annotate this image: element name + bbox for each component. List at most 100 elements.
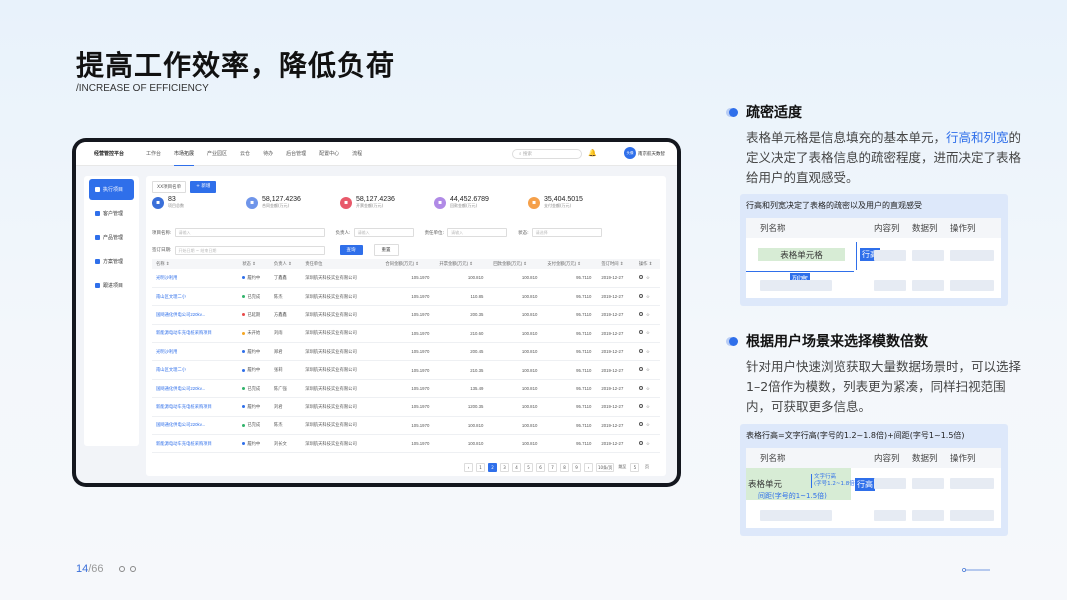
date-range-input[interactable]: 开始日期 ~ 结束日期 bbox=[174, 245, 325, 255]
owner-filter-input[interactable]: 请输入 bbox=[353, 228, 414, 237]
pager-item[interactable]: ‹ bbox=[464, 463, 473, 472]
settings-icon[interactable] bbox=[638, 440, 643, 445]
table-row[interactable]: 国网通化供电公司220kv... 已完成 陈广强 深圳航天科技实业有限公司 105.19… bbox=[152, 379, 660, 399]
illus-1-col-data: 数据列 bbox=[912, 224, 938, 234]
table-cell: 105.1970 bbox=[381, 287, 436, 307]
project-name-link[interactable]: 新能源电动车充电桩采购项目 bbox=[152, 434, 239, 454]
settings-icon[interactable] bbox=[638, 293, 643, 298]
table-row[interactable]: 新能源电动车充电桩采购项目 履约中 刘君 深圳航天科技实业有限公司 105.1970 12… bbox=[152, 397, 660, 417]
section-heading-modulus: 根据用户场景来选择模数倍数 bbox=[726, 331, 928, 351]
project-name-link[interactable]: 新能源电动车充电桩采购项目 bbox=[152, 324, 239, 344]
column-header[interactable]: 开票金额(万元) ⇕ bbox=[435, 259, 490, 269]
table-row[interactable]: 光明沙利用 履约中 郑君 深圳航天科技实业有限公司 105.1970 200.45 100.… bbox=[152, 342, 660, 362]
section-1-highlight: 行高和列宽 bbox=[946, 130, 1009, 145]
pager-item[interactable]: 5 bbox=[524, 463, 533, 472]
cell-text: 2019-12-27 bbox=[601, 386, 624, 392]
star-icon[interactable]: ☆ bbox=[646, 330, 650, 335]
settings-icon[interactable] bbox=[638, 311, 643, 316]
user-name[interactable]: 南京航天数智 bbox=[638, 151, 665, 157]
pager-item[interactable]: 1 bbox=[476, 463, 485, 472]
settings-icon[interactable] bbox=[638, 403, 643, 408]
project-name-link[interactable]: 国网通化供电公司220kv... bbox=[152, 416, 239, 436]
pager-item[interactable]: 9 bbox=[572, 463, 581, 472]
table-cell: 2019-12-27 bbox=[597, 269, 635, 288]
cell-text: 新能源电动车充电桩采购项目 bbox=[156, 403, 212, 409]
settings-icon[interactable] bbox=[638, 330, 643, 335]
table-row[interactable]: 国网通化供电公司220kv... 已完成 陈杰 深圳航天科技实业有限公司 105.197… bbox=[152, 416, 660, 436]
project-name-link[interactable]: 国网通化供电公司220kv... bbox=[152, 305, 239, 325]
avatar[interactable]: 头像 bbox=[624, 147, 636, 159]
pager-item[interactable]: 5 bbox=[630, 463, 640, 472]
table-row[interactable]: 新能源电动车充电桩采购项目 未开始 刘雨 深圳航天科技实业有限公司 105.1970 21… bbox=[152, 324, 660, 344]
project-name-link[interactable]: 新能源电动车充电桩采购项目 bbox=[152, 397, 239, 417]
nav-item[interactable]: 流程 bbox=[352, 142, 362, 166]
column-header[interactable]: 名称 ⇕ bbox=[152, 259, 239, 269]
nav-item[interactable]: 市场拓展 bbox=[174, 142, 195, 166]
star-icon[interactable]: ☆ bbox=[646, 367, 650, 372]
sidebar-item[interactable]: 客户管理 bbox=[89, 203, 134, 224]
pager-item[interactable]: 4 bbox=[512, 463, 521, 472]
project-name-link[interactable]: 南山区文理二小 bbox=[152, 287, 239, 307]
star-icon[interactable]: ☆ bbox=[646, 386, 650, 391]
table-row[interactable]: 南山区文理二小 履约中 张莉 深圳航天科技实业有限公司 105.1970 210.35 10… bbox=[152, 360, 660, 380]
project-name-link[interactable]: 光明沙利用 bbox=[152, 269, 239, 288]
stats-row: ▪ 83 项目总数 ▪ 58,127.4236 合同金额(万元) ▪ 58,127.4236 开… bbox=[152, 196, 622, 209]
star-icon[interactable]: ☆ bbox=[646, 441, 650, 446]
star-icon[interactable]: ☆ bbox=[646, 275, 650, 280]
reset-button[interactable]: 重置 bbox=[373, 244, 399, 256]
table-row[interactable]: 国网通化供电公司220kv... 已延期 方鑫鑫 深圳航天科技实业有限公司 105.19… bbox=[152, 305, 660, 325]
nav-item[interactable]: 云仓 bbox=[240, 142, 250, 166]
name-filter-input[interactable]: 请输入 bbox=[174, 228, 325, 237]
table-row[interactable]: 南山区文理二小 已完成 陈杰 深圳航天科技实业有限公司 105.1970 110.85 10… bbox=[152, 287, 660, 307]
pager-item[interactable]: 10条/页 bbox=[596, 463, 615, 472]
sidebar-item[interactable]: 产品管理 bbox=[89, 227, 134, 248]
nav-item[interactable]: 后台管理 bbox=[286, 142, 306, 166]
import-button[interactable]: XX项目名单 bbox=[152, 181, 187, 193]
pager-item[interactable]: › bbox=[584, 463, 593, 472]
table-cell: 2019-12-27 bbox=[597, 342, 635, 362]
sidebar-item[interactable]: 跟进项目 bbox=[89, 275, 134, 296]
project-name-link[interactable]: 光明沙利用 bbox=[152, 342, 239, 362]
illus-1-col-action: 操作列 bbox=[950, 224, 976, 234]
pager-item[interactable]: 8 bbox=[560, 463, 569, 472]
nav-item[interactable]: 配置中心 bbox=[319, 142, 339, 166]
star-icon[interactable]: ☆ bbox=[646, 349, 650, 354]
unit-filter-input[interactable]: 请输入 bbox=[447, 228, 508, 237]
star-icon[interactable]: ☆ bbox=[646, 312, 650, 317]
column-header[interactable]: 签订时间 ⇕ bbox=[597, 259, 635, 269]
column-header[interactable]: 状态 ⇕ bbox=[238, 259, 270, 269]
column-header[interactable]: 支付金额(万元) ⇕ bbox=[543, 259, 598, 269]
star-icon[interactable]: ☆ bbox=[646, 422, 650, 427]
nav-item[interactable]: 工作台 bbox=[146, 142, 161, 166]
column-header[interactable]: 责任单位 bbox=[301, 259, 382, 269]
status-filter-select[interactable]: 请选择 bbox=[531, 228, 602, 237]
settings-icon[interactable] bbox=[638, 348, 643, 353]
query-button[interactable]: 查询 bbox=[339, 245, 363, 255]
settings-icon[interactable] bbox=[638, 274, 643, 279]
pager-item[interactable]: 2 bbox=[488, 463, 497, 472]
sidebar-item[interactable]: 方案管理 bbox=[89, 251, 134, 272]
star-icon[interactable]: ☆ bbox=[646, 294, 650, 299]
column-header[interactable]: 操作 ⇕ bbox=[634, 259, 660, 269]
bell-icon[interactable]: 🔔 bbox=[588, 149, 597, 157]
pager-item[interactable]: 6 bbox=[536, 463, 545, 472]
settings-icon[interactable] bbox=[638, 385, 643, 390]
pager-item[interactable]: 3 bbox=[500, 463, 509, 472]
nav-item[interactable]: 产业园区 bbox=[207, 142, 227, 166]
sidebar-item[interactable]: 执行项目 bbox=[89, 179, 134, 200]
table-cell: 100.810 bbox=[435, 269, 490, 288]
table-row[interactable]: 新能源电动车充电桩采购项目 履约中 刘长文 深圳航天科技实业有限公司 105.1970 1… bbox=[152, 434, 660, 454]
column-header[interactable]: 负责人 ⇕ bbox=[269, 259, 302, 269]
pager-item[interactable]: 7 bbox=[548, 463, 557, 472]
project-name-link[interactable]: 南山区文理二小 bbox=[152, 360, 239, 380]
column-header[interactable]: 合同金额(万元) ⇕ bbox=[381, 259, 436, 269]
settings-icon[interactable] bbox=[638, 422, 643, 427]
project-name-link[interactable]: 国网通化供电公司220kv... bbox=[152, 379, 239, 399]
top-search-input[interactable]: ⌕ 搜索 bbox=[512, 149, 582, 159]
settings-icon[interactable] bbox=[638, 367, 643, 372]
table-row[interactable]: 光明沙利用 履约中 丁鑫鑫 深圳航天科技实业有限公司 105.1970 100.810 10… bbox=[152, 269, 660, 288]
star-icon[interactable]: ☆ bbox=[646, 404, 650, 409]
nav-item[interactable]: 待办 bbox=[263, 142, 273, 166]
add-button[interactable]: + 新增 bbox=[190, 181, 217, 193]
column-header[interactable]: 回款金额(万元) ⇕ bbox=[489, 259, 544, 269]
